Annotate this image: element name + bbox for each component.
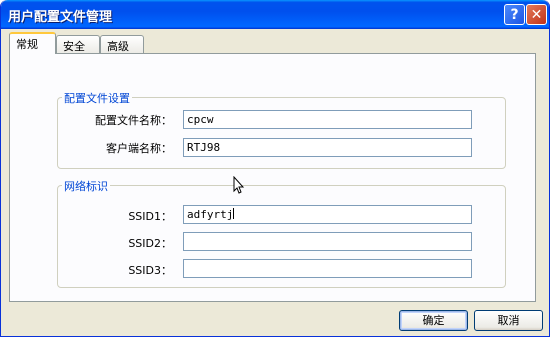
ssid1-label: SSID1：	[128, 210, 172, 223]
ssid1-field[interactable]: adfyrtj	[183, 205, 472, 224]
ssid3-label: SSID3：	[128, 264, 172, 277]
profile-name-label: 配置文件名称：	[95, 114, 172, 127]
profile-name-field[interactable]: cpcw	[183, 110, 472, 129]
tab-advanced[interactable]: 高级	[100, 35, 144, 53]
help-icon: ?	[510, 7, 519, 23]
close-button[interactable]: ✕	[526, 4, 547, 25]
tab-security-label: 安全	[63, 40, 85, 53]
tab-general-label: 常规	[16, 38, 38, 51]
close-icon: ✕	[530, 7, 543, 23]
dialog-client-area: 常规 安全 高级 配置文件设置 配置文件名称： cpcw 客户端名称： RTJ9…	[5, 29, 545, 332]
cancel-button[interactable]: 取消	[474, 310, 543, 331]
client-name-field[interactable]: RTJ98	[183, 138, 472, 157]
tab-general[interactable]: 常规	[9, 32, 56, 54]
title-bar[interactable]: 用户配置文件管理 ? ✕	[1, 0, 549, 29]
window-title: 用户配置文件管理	[8, 10, 113, 25]
help-button[interactable]: ?	[504, 4, 525, 25]
text-caret	[233, 208, 235, 219]
mouse-pointer-icon	[233, 176, 245, 194]
network-id-group: 网络标识 SSID1： adfyrtj SSID2： SSID3：	[57, 178, 506, 288]
profile-settings-group: 配置文件设置 配置文件名称： cpcw 客户端名称： RTJ98	[57, 90, 506, 169]
ssid3-field[interactable]	[183, 259, 472, 278]
ssid2-field[interactable]	[183, 232, 472, 251]
ssid1-value: adfyrtj	[187, 208, 234, 221]
profile-settings-title: 配置文件设置	[62, 90, 132, 106]
ssid2-label: SSID2：	[128, 237, 172, 250]
ok-button[interactable]: 确定	[399, 310, 468, 331]
tab-security[interactable]: 安全	[56, 35, 100, 53]
client-name-label: 客户端名称：	[106, 142, 172, 155]
profile-management-dialog: 用户配置文件管理 ? ✕ 常规 安全 高级 配置文件设置 配置文件名称： cpc…	[0, 0, 550, 337]
tab-advanced-label: 高级	[107, 40, 129, 53]
network-id-title: 网络标识	[62, 178, 110, 194]
general-tab-panel: 配置文件设置 配置文件名称： cpcw 客户端名称： RTJ98 网络标识 SS…	[9, 53, 536, 302]
